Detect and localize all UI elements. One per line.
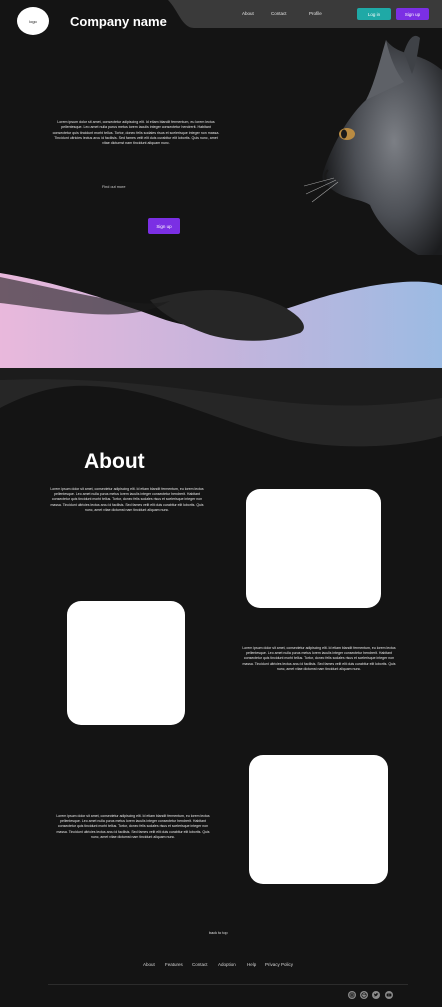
footer-link-adoption[interactable]: Adoption [218, 962, 236, 967]
about-image-3 [249, 755, 388, 884]
back-to-top-link[interactable]: back to top [209, 931, 228, 935]
logo-text: logo [29, 18, 37, 24]
logo[interactable]: logo [17, 7, 49, 35]
instagram-icon[interactable] [348, 991, 356, 999]
hero-description: Lorem ipsum dolor sit amet, consectetur … [52, 120, 220, 146]
nav-link-about[interactable]: About [242, 11, 254, 16]
footer-link-features[interactable]: Features [165, 962, 183, 967]
footer-link-help[interactable]: Help [247, 962, 256, 967]
login-button[interactable]: Log in [357, 8, 391, 20]
nav-link-contact[interactable]: Contact [271, 11, 287, 16]
footer-link-contact[interactable]: Contact [192, 962, 208, 967]
footer-link-about[interactable]: About [143, 962, 155, 967]
about-image-2 [67, 601, 185, 725]
about-wave [0, 368, 442, 453]
about-text-2: Lorem ipsum dolor sit amet, consectetur … [242, 646, 396, 671]
about-text-1: Lorem ipsum dolor sit amet, consectetur … [50, 487, 204, 512]
about-text-3: Lorem ipsum dolor sit amet, consectetur … [56, 814, 210, 839]
find-out-more-link[interactable]: Find out more [102, 185, 125, 189]
youtube-icon[interactable] [385, 991, 393, 999]
about-image-1 [246, 489, 381, 608]
twitter-icon[interactable] [372, 991, 380, 999]
signup-button[interactable]: Sign up [396, 8, 429, 20]
company-name: Company name [70, 14, 167, 29]
dribbble-icon[interactable] [360, 991, 368, 999]
footer-link-privacy-policy[interactable]: Privacy Policy [265, 962, 293, 967]
hero-wave [0, 255, 442, 370]
hero-signup-button[interactable]: Sign up [148, 218, 180, 234]
cat-image [303, 35, 442, 266]
footer-divider [48, 984, 408, 985]
nav-link-profile[interactable]: Profile [309, 11, 322, 16]
about-title: About [84, 450, 145, 473]
